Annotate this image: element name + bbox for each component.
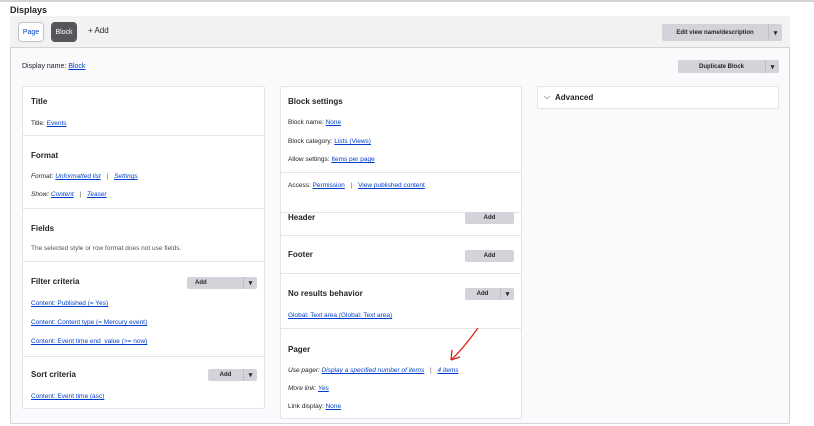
section-footer: Footer Add xyxy=(281,236,521,274)
chevron-down-icon[interactable]: ▾ xyxy=(243,369,257,381)
add-display-button[interactable]: + Add xyxy=(88,26,109,35)
sort-add-label: Add xyxy=(219,372,232,378)
access-view-link[interactable]: View published content xyxy=(358,182,425,189)
section-header: Header Add xyxy=(281,198,521,236)
allow-settings-link[interactable]: Items per page xyxy=(331,156,374,163)
pager-heading: Pager xyxy=(288,345,311,354)
footer-add-label: Add xyxy=(483,253,496,259)
sort-add-button[interactable]: Add ▾ xyxy=(208,369,257,381)
format-link[interactable]: Unformatted list xyxy=(55,173,101,180)
block-name-label: Block name: xyxy=(288,119,324,126)
teaser-link[interactable]: Teaser xyxy=(87,191,107,198)
use-pager-label: Use pager: xyxy=(288,367,320,374)
section-format: Format Format: Unformatted list | Settin… xyxy=(23,136,264,209)
tab-block[interactable]: Block xyxy=(51,22,77,42)
block-category-link[interactable]: Lists (Views) xyxy=(334,138,371,145)
fields-heading: Fields xyxy=(31,224,55,233)
format-heading: Format xyxy=(31,151,59,160)
display-name-label: Display name: xyxy=(22,63,67,70)
access-label: Access: xyxy=(288,182,311,189)
filter-item[interactable]: Content: Event time end_value (>= now) xyxy=(31,338,147,345)
edit-view-button[interactable]: Edit view name/description ▾ xyxy=(662,24,782,41)
no-results-heading: No results behavior xyxy=(288,289,363,298)
header-add-button[interactable]: Add xyxy=(465,212,514,224)
filter-item[interactable]: Content: Published (= Yes) xyxy=(31,300,108,307)
filter-add-button[interactable]: Add ▾ xyxy=(187,277,257,289)
block-settings-heading: Block settings xyxy=(288,97,343,106)
top-divider xyxy=(0,0,814,2)
format-settings-link[interactable]: Settings xyxy=(114,173,138,180)
display-name: Display name: Block xyxy=(22,63,85,70)
header-add-label: Add xyxy=(483,215,496,221)
column-left: Title Title: Events Format Format: Unfor… xyxy=(22,86,265,409)
block-name-link[interactable]: None xyxy=(326,119,342,126)
no-results-add-button[interactable]: Add ▾ xyxy=(465,288,514,300)
chevron-down-icon[interactable]: ▾ xyxy=(500,288,514,300)
footer-heading: Footer xyxy=(288,250,313,259)
chevron-down-icon[interactable]: ▾ xyxy=(768,24,782,41)
section-fields: Fields The selected style or row format … xyxy=(23,209,264,262)
format-label: Format: xyxy=(31,173,54,180)
chevron-down-icon[interactable]: ▾ xyxy=(765,60,779,73)
access-permission-link[interactable]: Permission xyxy=(313,182,345,189)
show-link[interactable]: Content xyxy=(51,191,74,198)
sort-heading: Sort criteria xyxy=(31,370,76,379)
show-label: Show: xyxy=(31,191,50,198)
section-title-heading: Title xyxy=(31,97,48,106)
chevron-right-icon[interactable]: ⌵ xyxy=(544,92,550,102)
section-block-settings: Block settings Block name: None Block ca… xyxy=(281,87,521,213)
edit-view-label: Edit view name/description xyxy=(676,29,754,36)
items-count-link[interactable]: 4 items xyxy=(438,367,459,374)
filter-heading: Filter criteria xyxy=(31,277,80,286)
link-display-value[interactable]: None xyxy=(326,403,342,410)
more-link-value[interactable]: Yes xyxy=(318,385,329,392)
link-display-label: Link display: xyxy=(288,403,324,410)
no-results-add-label: Add xyxy=(476,291,489,297)
duplicate-block-button[interactable]: Duplicate Block ▾ xyxy=(678,60,779,73)
footer-add-button[interactable]: Add xyxy=(465,250,514,262)
title-link[interactable]: Events xyxy=(47,120,67,127)
title-label: Title: xyxy=(31,120,45,127)
duplicate-label: Duplicate Block xyxy=(698,63,744,70)
filter-item[interactable]: Content: Content type (= Mercury event) xyxy=(31,319,147,326)
section-filter-criteria: Filter criteria Add ▾ Content: Published… xyxy=(23,262,264,357)
no-results-item[interactable]: Global: Text area (Global: Text area) xyxy=(288,312,392,319)
section-sort-criteria: Sort criteria Add ▾ Content: Event time … xyxy=(23,357,264,410)
header-heading: Header xyxy=(288,213,316,222)
advanced-label[interactable]: Advanced xyxy=(555,93,593,102)
section-no-results: No results behavior Add ▾ Global: Text a… xyxy=(281,274,521,329)
fields-note: The selected style or row format does no… xyxy=(31,245,182,252)
allow-settings-label: Allow settings: xyxy=(288,156,330,163)
section-pager: Pager Use pager: Display a specified num… xyxy=(288,345,459,410)
page-title: Displays xyxy=(10,5,48,15)
use-pager-link[interactable]: Display a specified number of items xyxy=(322,367,425,374)
filter-add-label: Add xyxy=(195,280,207,286)
sort-item[interactable]: Content: Event time (asc) xyxy=(31,393,104,400)
column-middle: Block settings Block name: None Block ca… xyxy=(280,86,522,419)
block-category-label: Block category: xyxy=(288,138,333,145)
tab-page[interactable]: Page xyxy=(18,22,44,42)
annotation-arrow-icon xyxy=(450,327,479,361)
more-link-label: More link: xyxy=(288,385,317,392)
display-name-link[interactable]: Block xyxy=(68,63,85,70)
section-title: Title Title: Events xyxy=(23,87,264,136)
chevron-down-icon[interactable]: ▾ xyxy=(243,277,257,289)
